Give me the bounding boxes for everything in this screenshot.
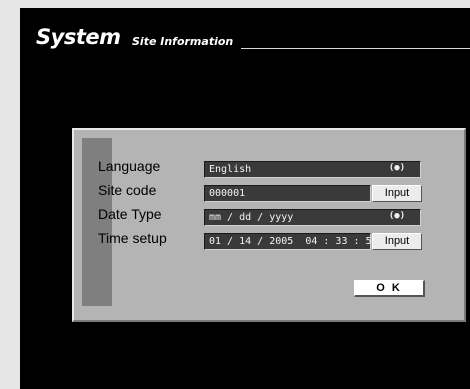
time-setup-value: 01 / 14 / 2005 04 : 33 : 52 xyxy=(209,236,378,247)
time-setup-field[interactable]: 01 / 14 / 2005 04 : 33 : 52 xyxy=(204,233,378,250)
page-title: System xyxy=(36,25,121,49)
page-subtitle: Site Information xyxy=(132,35,234,48)
language-label: Language xyxy=(98,158,161,174)
site-code-label: Site code xyxy=(98,182,157,198)
screen: System Site Information Language English… xyxy=(20,8,470,389)
site-info-panel: Language English (●) Site code 000001 In… xyxy=(72,128,466,322)
date-type-row: Date Type mm / dd / yyyy (●) xyxy=(74,206,464,226)
language-value: English xyxy=(209,164,252,175)
site-code-field[interactable]: 000001 xyxy=(204,185,371,202)
date-type-dropdown-icon[interactable]: (●) xyxy=(384,209,410,224)
time-setup-input-button[interactable]: Input xyxy=(372,233,422,250)
time-setup-row: Time setup 01 / 14 / 2005 04 : 33 : 52 I… xyxy=(74,230,464,250)
site-code-row: Site code 000001 Input xyxy=(74,182,464,202)
site-code-value: 000001 xyxy=(209,188,246,199)
ok-button[interactable]: O K xyxy=(354,280,425,297)
language-row: Language English (●) xyxy=(74,158,464,178)
date-type-label: Date Type xyxy=(98,206,162,222)
date-type-value: mm / dd / yyyy xyxy=(209,212,294,223)
site-code-input-button[interactable]: Input xyxy=(372,185,422,202)
language-dropdown-icon[interactable]: (●) xyxy=(384,161,410,176)
time-setup-label: Time setup xyxy=(98,230,167,246)
header-divider xyxy=(241,48,470,49)
